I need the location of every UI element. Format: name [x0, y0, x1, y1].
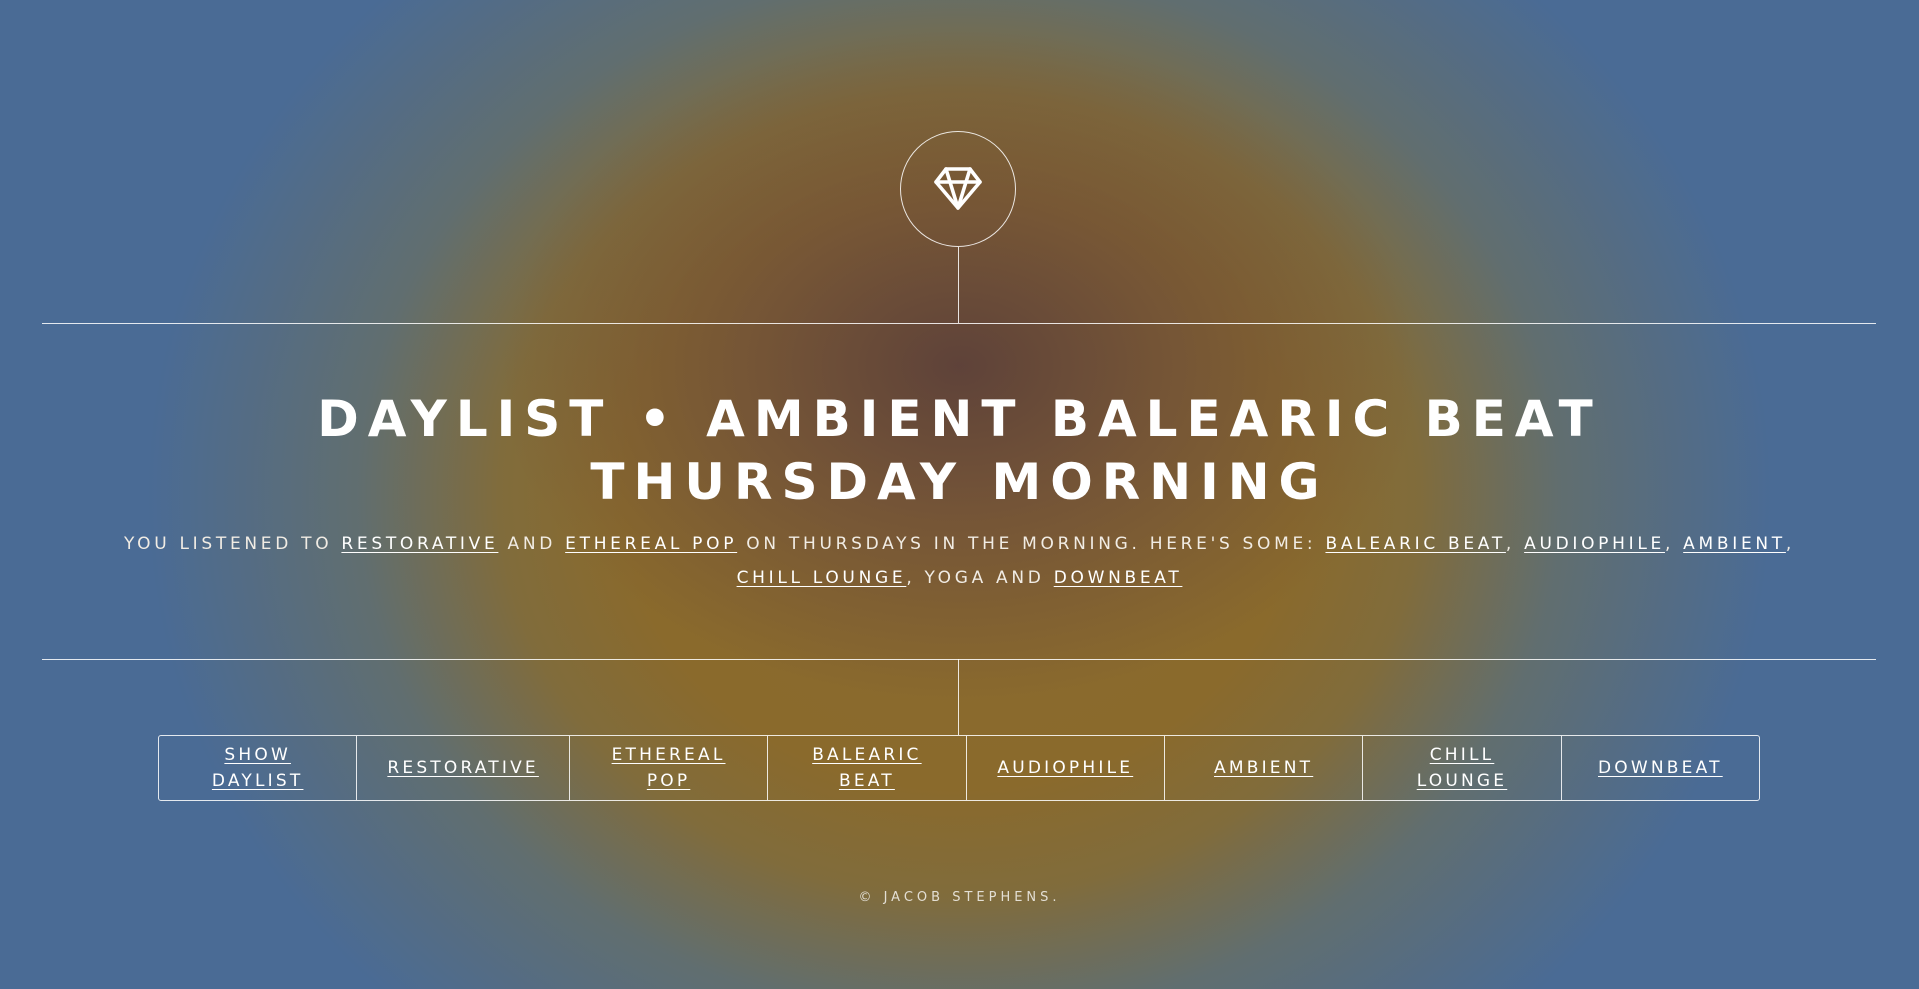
tag-audiophile[interactable]: Audiophile: [965, 736, 1164, 800]
tag-label: Restorative: [387, 758, 539, 778]
divider-top: [42, 323, 1876, 324]
summary-text: and: [498, 534, 566, 554]
summary-text: ,: [1505, 534, 1525, 554]
tag-label: Chill Lounge: [1416, 745, 1508, 791]
summary-link-downbeat[interactable]: Downbeat: [1054, 568, 1183, 588]
connector-line-top: [958, 247, 959, 323]
listening-summary: You listened to Restorative and Ethereal…: [110, 527, 1809, 595]
tag-label: Balearic Beat: [812, 745, 922, 791]
tag-ambient[interactable]: Ambient: [1163, 736, 1362, 800]
summary-link-audiophile[interactable]: Audiophile: [1524, 534, 1665, 554]
summary-link-ambient[interactable]: Ambient: [1683, 534, 1786, 554]
logo-badge: [900, 131, 1016, 247]
tag-downbeat[interactable]: Downbeat: [1560, 736, 1759, 800]
summary-link-restorative[interactable]: Restorative: [341, 534, 498, 554]
diamond-icon: [934, 167, 982, 210]
tag-ethereal-pop[interactable]: Ethereal Pop: [568, 736, 767, 800]
tag-chill-lounge[interactable]: Chill Lounge: [1362, 736, 1560, 800]
summary-link-balearic-beat[interactable]: Balearic Beat: [1325, 534, 1505, 554]
summary-link-chill-lounge[interactable]: Chill Lounge: [737, 568, 907, 588]
page-title: Daylist • Ambient Balearic Beat Thursday…: [317, 390, 1602, 511]
divider-bottom: [42, 659, 1876, 660]
tag-label: Downbeat: [1598, 758, 1723, 778]
tag-nav: Show Daylist Restorative Ethereal Pop Ba…: [158, 735, 1760, 801]
connector-line-bottom: [958, 659, 959, 735]
summary-text: ,: [1785, 534, 1795, 554]
show-daylist-button[interactable]: Show Daylist: [159, 736, 356, 800]
summary-link-ethereal-pop[interactable]: Ethereal Pop: [565, 534, 737, 554]
tag-label: Show Daylist: [211, 745, 304, 791]
summary-text: on Thursdays in the morning. Here's some…: [737, 534, 1326, 554]
tag-balearic-beat[interactable]: Balearic Beat: [767, 736, 965, 800]
summary-text: You listened to: [124, 534, 342, 554]
copyright-footer: © Jacob Stephens.: [858, 890, 1061, 905]
tag-label: Audiophile: [997, 758, 1134, 778]
summary-text: ,: [1664, 534, 1684, 554]
tag-label: Ambient: [1214, 758, 1314, 778]
tag-label: Ethereal Pop: [611, 745, 726, 791]
summary-text: , yoga and: [906, 568, 1054, 588]
tag-restorative[interactable]: Restorative: [356, 736, 569, 800]
